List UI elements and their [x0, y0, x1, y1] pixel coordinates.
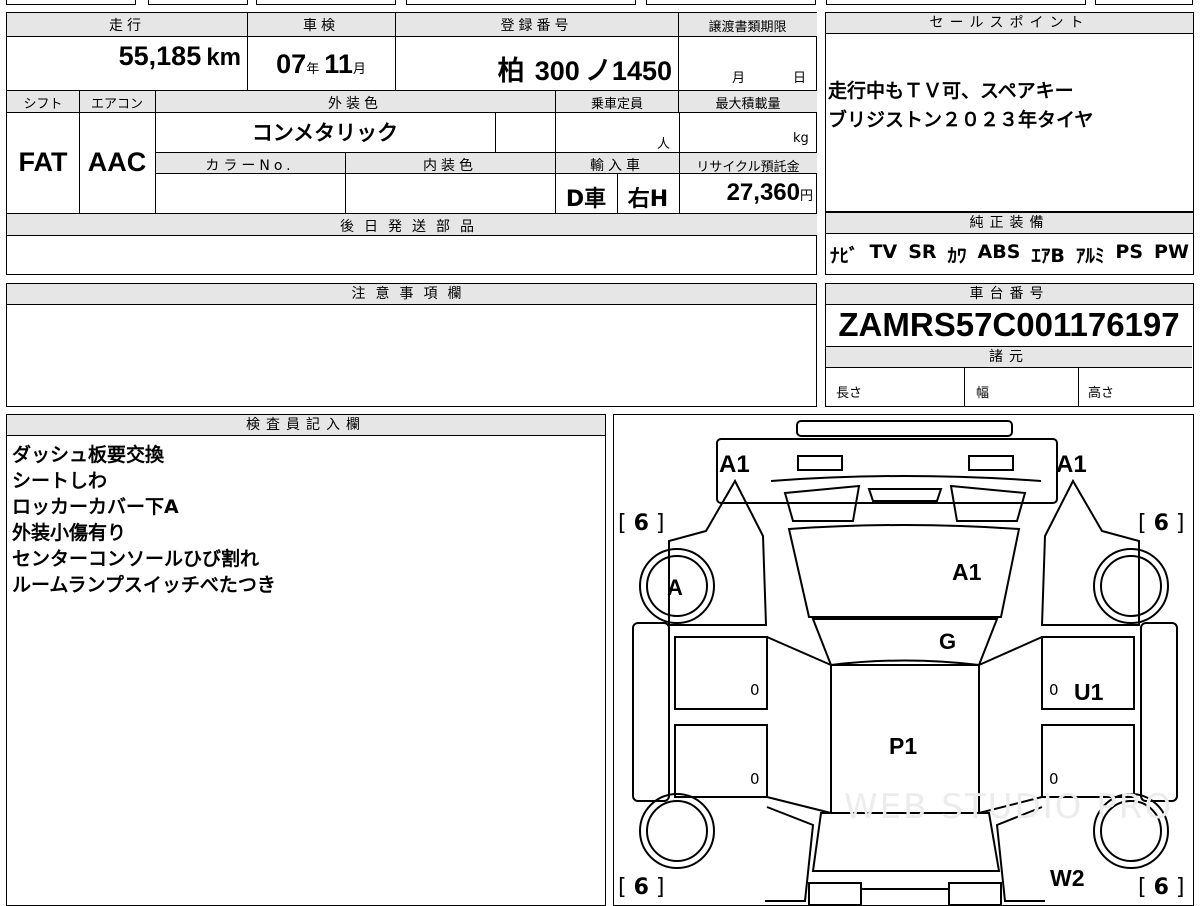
inspector-note-line: ルームランプスイッチべたつき	[12, 574, 276, 596]
tire-fl-mark: [ 6 ]	[618, 511, 665, 536]
car-outline	[632, 420, 1178, 905]
exterior-color-value: コンメタリック	[251, 121, 399, 145]
door-zero: 0	[1049, 770, 1059, 788]
top-strip	[6, 0, 816, 5]
mileage-value: 55,185 km	[118, 41, 241, 71]
equipment-item: TV	[869, 241, 898, 263]
equipment-item: PW	[1154, 241, 1189, 263]
equipment-item: ABS	[977, 241, 1021, 263]
recycle-header: リサイクル預託金	[696, 160, 800, 175]
mark-front-right: A1	[1056, 451, 1087, 478]
inspection-header: 車検	[303, 18, 339, 34]
inspection-value: 07年 11月	[276, 49, 366, 79]
sales-points-box: セールスポイント 走行中もＴＶ可、スペアキー ブリジストン２０２３年タイヤ	[825, 12, 1194, 212]
transfer-deadline-header: 譲渡書類期限	[708, 20, 787, 35]
mileage-header: 走行	[109, 18, 145, 34]
equipment-item: PS	[1115, 241, 1144, 263]
equipment-item: ﾅﾋﾞ	[830, 245, 859, 267]
shift-header: シフト	[23, 97, 63, 112]
interior-color-header: 内装色	[423, 158, 477, 174]
mark-right-front-door: U1	[1074, 679, 1104, 705]
equipment-list: ﾅﾋﾞ TV SR ｶﾜ ABS ｴｱB ｱﾙﾐ PS PW	[830, 241, 1189, 268]
watermark: WEB STUDIO PRO	[844, 787, 1174, 827]
equipment-header: 純正装備	[826, 213, 1193, 234]
exterior-color-header: 外装色	[328, 96, 382, 112]
import-handle: 右H	[627, 187, 669, 212]
import-dealer: D車	[565, 187, 607, 212]
spec-length: 長さ	[836, 386, 863, 401]
door-zero: 0	[750, 681, 760, 699]
chassis-box: 車台番号 ZAMRS57C001176197 諸元 長さ 幅 高さ	[825, 283, 1194, 407]
notes-header: 注意事項欄	[7, 284, 816, 305]
mark-roof: P1	[889, 733, 918, 759]
later-parts-header: 後日発送部品	[340, 219, 484, 235]
registration-header: 登録番号	[500, 18, 573, 34]
equipment-box: 純正装備 ﾅﾋﾞ TV SR ｶﾜ ABS ｴｱB ｱﾙﾐ PS PW	[825, 212, 1194, 275]
car-damage-diagram: WEB STUDIO PRO A1 A1 [ 6 ] [ 6 ] [ 6 ] […	[613, 414, 1194, 906]
max-load-header: 最大積載量	[715, 97, 781, 112]
door-zero: 0	[1049, 681, 1059, 699]
notes-box: 注意事項欄	[6, 283, 817, 407]
equipment-item: SR	[908, 241, 937, 263]
recycle-value: 27,360円	[726, 179, 813, 206]
equipment-item: ｱﾙﾐ	[1075, 245, 1105, 267]
sales-points-list: 走行中もＴＶ可、スペアキー ブリジストン２０２３年タイヤ	[828, 77, 1093, 135]
door-zero: 0	[750, 770, 760, 788]
spec-height: 高さ	[1088, 386, 1115, 401]
inspector-notes-header: 検査員記入欄	[7, 415, 605, 436]
inspector-note-line: シートしわ	[12, 470, 108, 492]
inspector-note-line: ダッシュ板要交換	[12, 444, 165, 466]
import-header: 輸入車	[590, 158, 644, 174]
equipment-item: ｶﾜ	[947, 245, 967, 267]
inspector-note-line: センターコンソールひび割れ	[12, 548, 260, 570]
vehicle-info-table: 走行 車検 登録番号 譲渡書類期限 55,185 km 07年 11月 柏 30…	[6, 12, 817, 275]
mark-rear-right: W2	[1050, 865, 1085, 891]
color-no-header: カラーNo.	[205, 158, 295, 174]
sales-point-line: ブリジストン２０２３年タイヤ	[828, 109, 1094, 131]
mark-front-fender: A	[667, 575, 683, 600]
capacity-header: 乗車定員	[590, 97, 643, 112]
mark-hood: A1	[952, 559, 982, 585]
shift-value: FAT	[18, 147, 68, 177]
mark-windshield: G	[939, 629, 957, 654]
inspector-note-line: ロッカーカバー下A	[12, 496, 179, 518]
equipment-item: ｴｱB	[1031, 245, 1065, 267]
tire-fr-mark: [ 6 ]	[1138, 511, 1185, 536]
tire-rl-mark: [ 6 ]	[618, 875, 665, 900]
sales-point-line: 走行中もＴＶ可、スペアキー	[828, 80, 1074, 102]
aircon-header: エアコン	[90, 97, 143, 112]
mark-front-left: A1	[719, 451, 750, 478]
inspector-notes-box: 検査員記入欄 ダッシュ板要交換 シートしわ ロッカーカバー下A 外装小傷有り セ…	[6, 414, 606, 906]
sales-points-header: セールスポイント	[826, 13, 1193, 34]
inspector-notes-list: ダッシュ板要交換 シートしわ ロッカーカバー下A 外装小傷有り センターコンソー…	[12, 442, 276, 598]
aircon-value: AAC	[87, 147, 147, 177]
registration-value: 柏 300 ノ1450	[497, 56, 672, 86]
chassis-number: ZAMRS57C001176197	[838, 306, 1180, 343]
tire-rr-mark: [ 6 ]	[1138, 875, 1185, 900]
specs-header: 諸元	[826, 346, 1192, 368]
chassis-header: 車台番号	[826, 284, 1193, 305]
inspector-note-line: 外装小傷有り	[12, 522, 127, 544]
spec-width: 幅	[976, 386, 990, 401]
